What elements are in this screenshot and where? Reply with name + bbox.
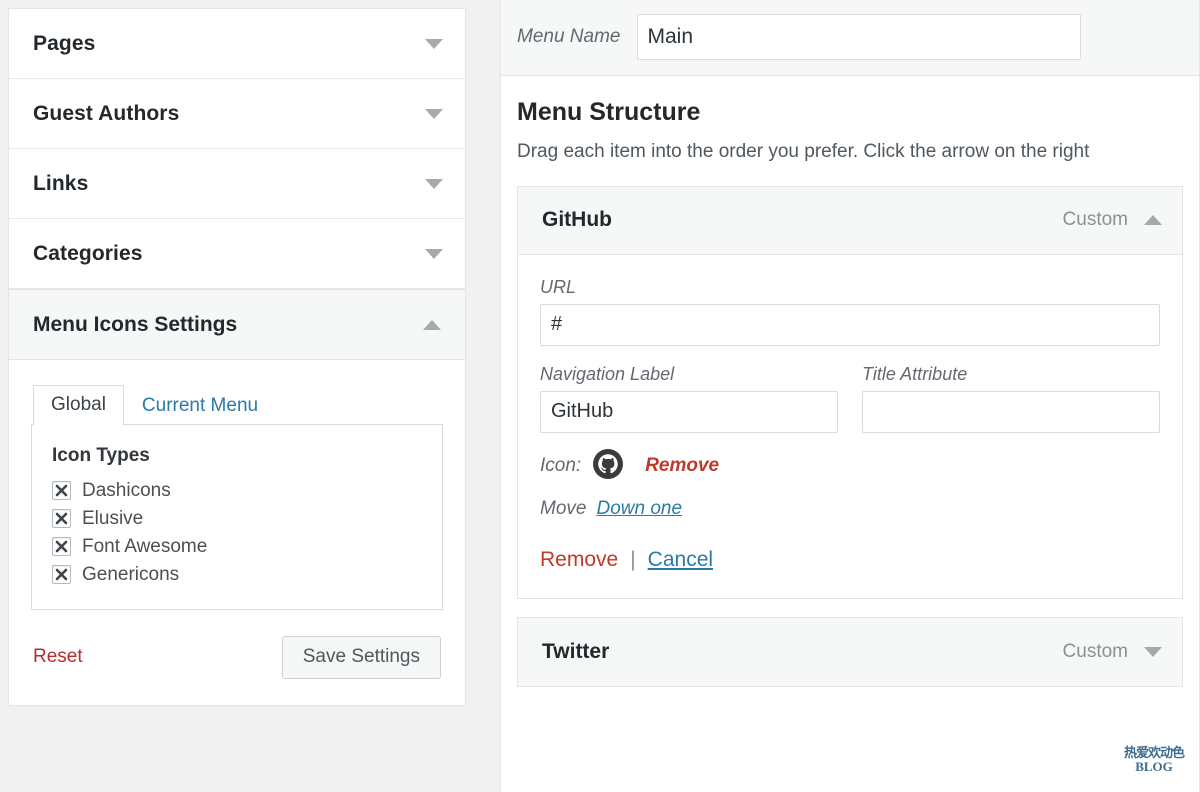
accordion-label: Pages [33,31,96,55]
accordion-label: Guest Authors [33,101,180,125]
menu-name-label: Menu Name [517,26,621,47]
menu-item-meta: Custom [1063,209,1162,231]
action-separator: | [630,547,636,571]
remove-menu-item-link[interactable]: Remove [540,548,618,572]
checkbox-elusive[interactable] [52,509,71,529]
sidebar: Pages Guest Authors Links Categories Men… [8,8,466,706]
checkbox-font-awesome[interactable] [52,537,71,557]
checkbox-dashicons[interactable] [52,481,71,501]
checkbox-genericons[interactable] [52,565,71,585]
icon-label: Icon: [540,455,582,477]
navigation-label-input[interactable] [540,390,838,433]
menu-item-actions: Remove | Cancel [540,542,1160,572]
chevron-up-icon[interactable] [1144,215,1162,226]
menu-item-header-twitter[interactable]: Twitter Custom [518,617,1182,686]
sidebar-accordion-guest-authors[interactable]: Guest Authors [9,79,465,149]
field-navigation-label: Navigation Label [540,364,838,433]
title-attribute-input[interactable] [862,390,1160,433]
icon-remove-link[interactable]: Remove [645,455,719,477]
app-screen: Pages Guest Authors Links Categories Men… [0,0,1200,792]
menu-name-input[interactable] [636,14,1081,60]
icon-type-row-font-awesome[interactable]: Font Awesome [50,533,424,561]
move-row: Move Down one [540,498,1160,520]
menu-item-type: Custom [1062,209,1128,231]
save-settings-button[interactable]: Save Settings [281,635,441,679]
field-url: URL [540,277,1160,346]
tab-global[interactable]: Global [33,385,124,426]
url-input[interactable] [540,303,1160,346]
reset-link[interactable]: Reset [33,646,83,668]
menu-icons-settings-label: Menu Icons Settings [33,312,238,336]
tab-current-menu[interactable]: Current Menu [124,386,276,426]
menu-item-header-github[interactable]: GitHub Custom [518,186,1182,255]
chevron-down-icon[interactable] [425,178,443,189]
chevron-down-icon[interactable] [425,248,443,259]
icon-type-row-genericons[interactable]: Genericons [50,561,424,589]
github-icon[interactable] [593,448,624,484]
menu-item-type: Custom [1062,640,1128,662]
page-title: Menu Structure [517,98,701,126]
chevron-down-icon[interactable] [1144,646,1162,657]
field-title-attribute: Title Attribute [862,364,1160,433]
url-label: URL [540,276,577,297]
cancel-link[interactable]: Cancel [648,548,713,572]
menu-name-bar: Menu Name [501,0,1199,76]
accordion-label: Categories [33,241,143,265]
accordion-group: Pages Guest Authors Links Categories [8,8,466,289]
chevron-down-icon[interactable] [425,108,443,119]
menu-item-title: GitHub [542,208,612,232]
menu-item-title: Twitter [542,639,610,663]
icon-types-heading: Icon Types [52,444,150,466]
tab-panel-global: Icon Types Dashicons Elusive Font Awesom… [31,423,443,610]
chevron-up-icon[interactable] [423,319,441,330]
sidebar-accordion-links[interactable]: Links [9,149,465,219]
settings-tabs: Global Current Menu [33,384,443,426]
title-attribute-label: Title Attribute [862,363,968,384]
menu-icons-settings-body: Global Current Menu Icon Types Dashicons [9,360,465,705]
move-label: Move [540,497,587,519]
menu-item-meta: Custom [1063,641,1162,663]
menu-structure-section: Menu Structure Drag each item into the o… [501,76,1199,687]
navigation-label-label: Navigation Label [540,363,675,384]
icon-type-label: Font Awesome [82,535,208,557]
icon-type-row-elusive[interactable]: Elusive [50,505,424,533]
chevron-down-icon[interactable] [425,38,443,49]
main-panel: Menu Name Menu Structure Drag each item … [500,0,1200,792]
menu-icons-settings-panel: Menu Icons Settings Global Current Menu … [8,289,466,706]
icon-type-row-dashicons[interactable]: Dashicons [50,477,424,505]
structure-description: Drag each item into the order you prefer… [517,141,1090,162]
sidebar-accordion-categories[interactable]: Categories [9,219,465,289]
move-down-one-link[interactable]: Down one [596,498,682,520]
menu-item-twitter: Twitter Custom [517,616,1183,687]
icon-type-label: Dashicons [82,479,171,501]
menu-item-github: GitHub Custom URL Navigation Label [517,185,1183,599]
field-row-label-title: Navigation Label Title Attribute [540,364,1160,433]
icon-type-label: Elusive [82,507,144,529]
icon-type-label: Genericons [82,563,180,585]
menu-icons-settings-header[interactable]: Menu Icons Settings [9,290,465,360]
icon-row: Icon: Remove [540,448,1160,484]
sidebar-accordion-pages[interactable]: Pages [9,9,465,79]
menu-item-body-github: URL Navigation Label Title Attribute [518,255,1182,598]
accordion-label: Links [33,171,89,195]
settings-footer: Reset Save Settings [31,635,443,679]
